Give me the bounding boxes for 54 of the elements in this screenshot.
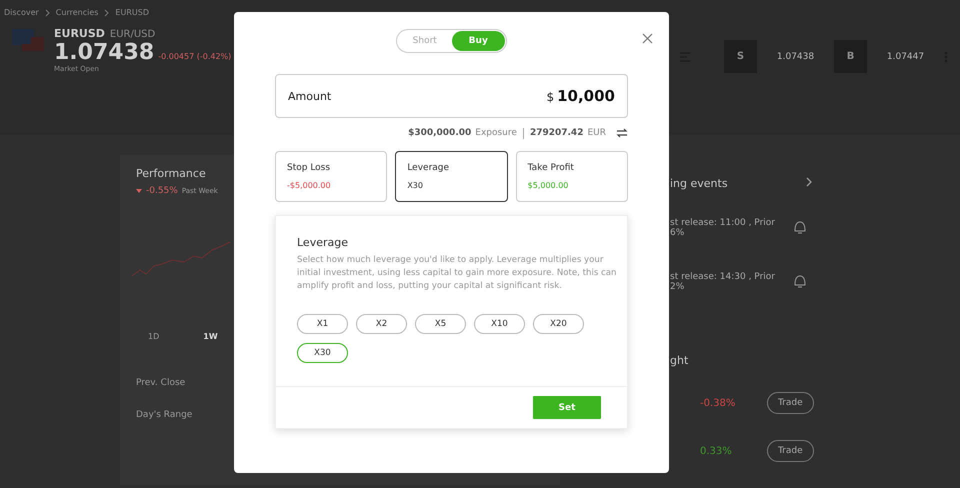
down-arrow-icon: [136, 189, 142, 193]
card-title: Performance: [136, 167, 206, 180]
exposure-value: $300,000.00: [408, 128, 472, 138]
currency-symbol: $: [546, 90, 554, 104]
trade-button[interactable]: Trade: [767, 392, 814, 414]
exposure-label: Exposure: [475, 128, 517, 138]
section-title: ing events: [670, 177, 728, 190]
leverage-option[interactable]: X1: [297, 314, 348, 334]
event-text: st release: 11:00 , Prior: [670, 218, 775, 228]
buy-price: 1.07447: [886, 52, 926, 62]
close-button[interactable]: [642, 33, 653, 44]
range-tab[interactable]: 1W: [201, 330, 220, 343]
swap-icon[interactable]: [616, 127, 628, 139]
event-value: 2%: [670, 282, 684, 292]
amount-value: 10,000: [557, 87, 615, 105]
sell-button[interactable]: S: [724, 40, 757, 73]
stat-label: Prev. Close: [136, 378, 186, 388]
leverage-option[interactable]: X5: [415, 314, 466, 334]
breadcrumb-link[interactable]: Discover: [4, 8, 39, 17]
percent-change: 0.33%: [700, 446, 733, 456]
converted-value: 279207.42: [530, 128, 584, 138]
performance-change: -0.55%: [146, 186, 178, 196]
breadcrumb-link[interactable]: Currencies: [56, 8, 98, 17]
leverage-option[interactable]: X20: [533, 314, 584, 334]
currency-label: EUR: [587, 128, 606, 138]
setting-card[interactable]: Stop Loss -$5,000.00: [275, 151, 388, 202]
leverage-option[interactable]: X10: [474, 314, 525, 334]
breadcrumb-link[interactable]: EURUSD: [115, 8, 149, 17]
close-icon: [642, 33, 653, 44]
instrument-pair: EUR/USD: [110, 29, 156, 40]
instrument-price: 1.07438: [54, 40, 154, 65]
amount-field[interactable]: Amount $ 10,000: [275, 74, 628, 118]
chevron-right-icon: [104, 8, 110, 16]
event-text: st release: 14:30 , Prior: [670, 272, 775, 282]
chevron-right-icon[interactable]: [806, 177, 812, 187]
leverage-option[interactable]: X2: [356, 314, 407, 334]
panel-title: Leverage: [297, 236, 349, 249]
price-change: -0.00457 (-0.42%): [158, 52, 232, 61]
stat-label: Day's Range: [136, 410, 192, 420]
percent-change: -0.38%: [700, 398, 736, 408]
setting-card[interactable]: Leverage X30: [395, 151, 508, 202]
flag-icon: [12, 27, 44, 53]
leverage-option[interactable]: X30: [297, 343, 348, 363]
setting-card[interactable]: Take Profit $5,000.00: [516, 151, 628, 202]
panel-description: Select how much leverage you'd like to apply. Leverage multiplies your initial investment, using less capital to gain more exposure. Note, this can amplify profit and loss, putting your capital at significant risk.: [297, 254, 618, 293]
sell-price: 1.07438: [776, 52, 816, 62]
buy-button[interactable]: B: [834, 40, 867, 73]
event-value: 6%: [670, 228, 684, 238]
range-tab[interactable]: 1D: [146, 330, 162, 343]
section-title: ght: [670, 354, 688, 367]
instrument-symbol: EURUSD: [54, 27, 105, 40]
chevron-right-icon: [44, 8, 50, 16]
trade-button[interactable]: Trade: [767, 440, 814, 462]
field-label: Amount: [288, 90, 332, 102]
